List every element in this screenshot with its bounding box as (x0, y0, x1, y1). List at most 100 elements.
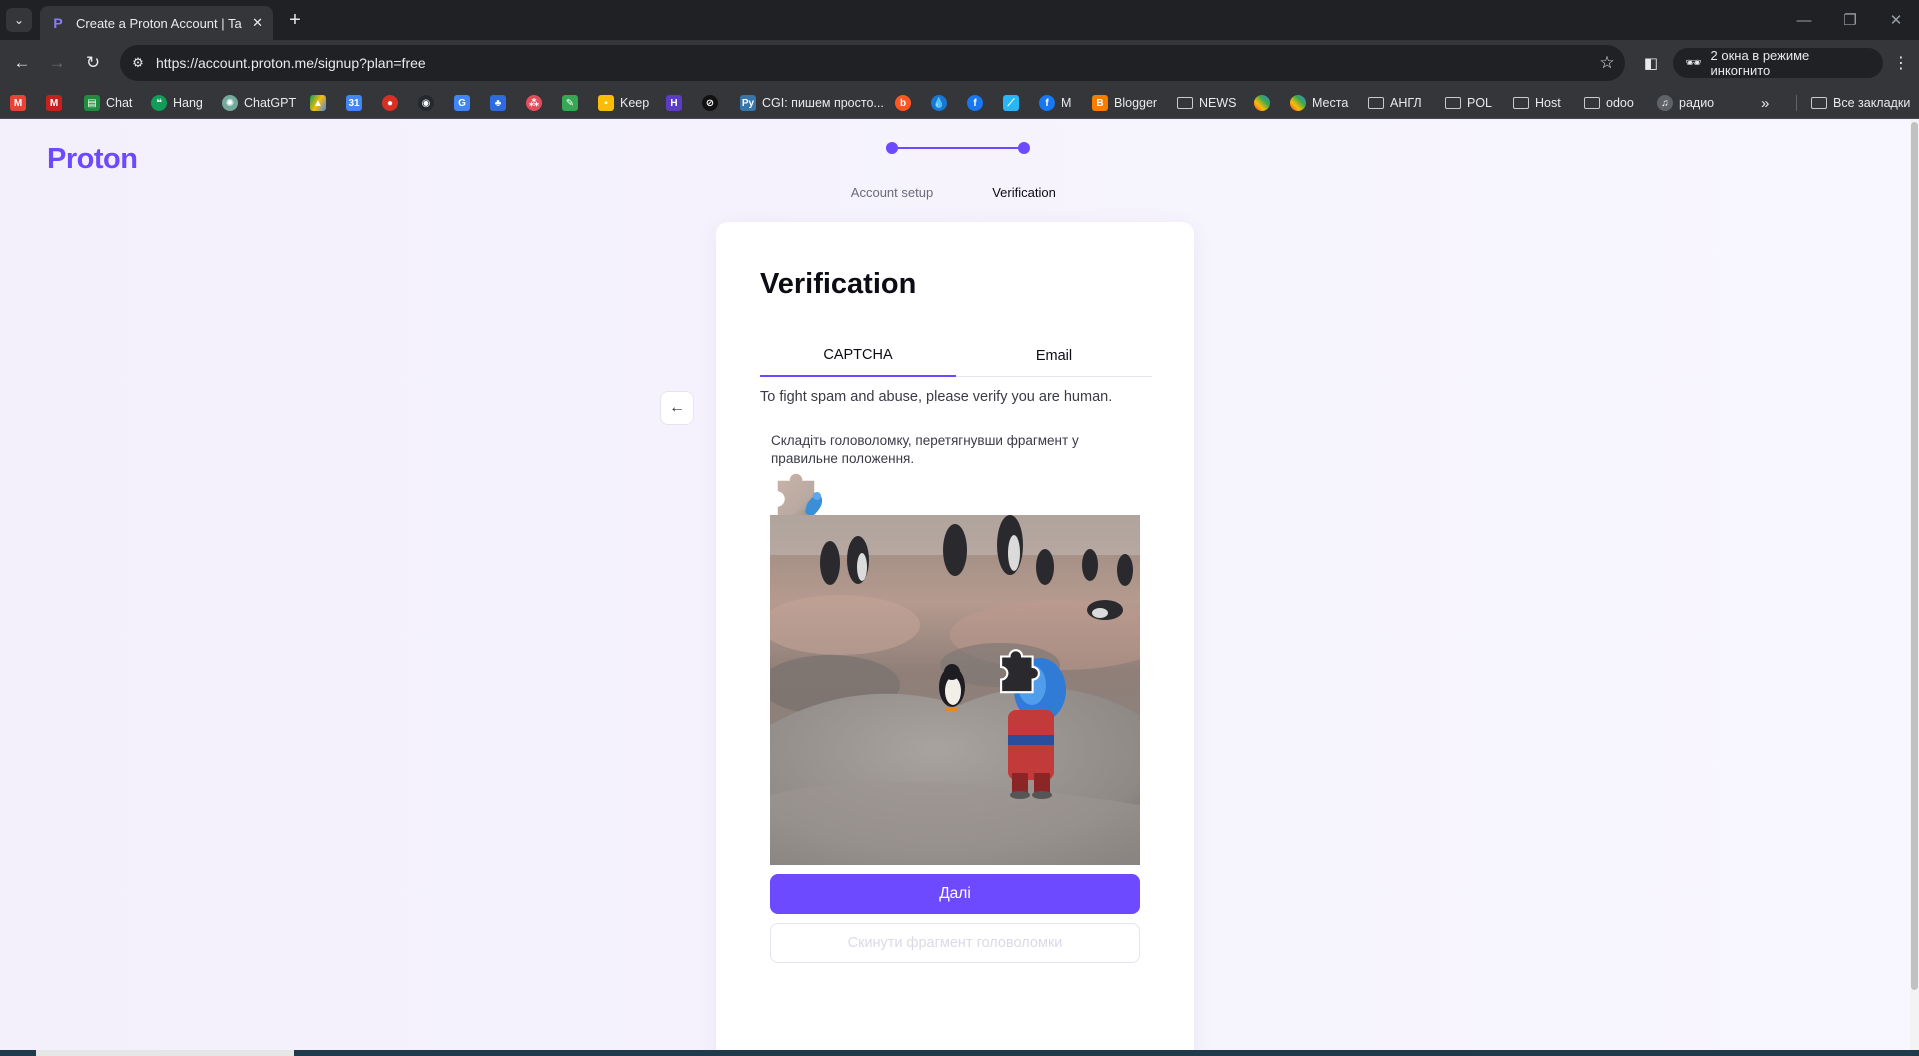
bookmark-item[interactable]: ✎ (562, 92, 578, 114)
python-icon: Py (740, 95, 756, 111)
bookmark-label: M (1061, 96, 1072, 110)
calendar-icon: 31 (346, 95, 362, 111)
captcha-image[interactable] (770, 515, 1140, 865)
new-tab-button[interactable]: + (282, 8, 308, 32)
bookmark-item[interactable]: ▪ Keep (598, 92, 649, 114)
bookmark-item[interactable]: ♣ (490, 92, 506, 114)
bookmark-label: Keep (620, 96, 650, 110)
tab-captcha[interactable]: CAPTCHA (760, 335, 956, 377)
browser-toolbar: ← → ↻ ⚙ https://account.proton.me/signup… (0, 40, 1919, 86)
verification-tabs: CAPTCHA Email (760, 335, 1152, 377)
bookmark-item[interactable]: G (454, 92, 470, 114)
bookmark-item[interactable]: ❝ Hang (151, 92, 203, 114)
bookmark-item[interactable]: ▤ Chat (84, 92, 132, 114)
translate-icon: G (454, 95, 470, 111)
browser-tab[interactable]: P Create a Proton Account | Take ✕ (40, 6, 273, 40)
back-button[interactable]: ← (660, 391, 694, 425)
bookmark-label: радио (1679, 96, 1715, 110)
step-dot-verification (1018, 142, 1030, 154)
folder-icon (1368, 97, 1384, 109)
bookmark-label: Места (1312, 96, 1349, 110)
bookmark-item[interactable]: 💧 (931, 92, 947, 114)
facebook-icon: f (967, 95, 983, 111)
page-scrollbar-thumb[interactable] (1911, 122, 1918, 990)
bookmark-item[interactable] (1254, 92, 1270, 114)
folder-icon (1177, 97, 1193, 109)
bookmark-item[interactable]: ⊘ (702, 92, 718, 114)
download-bar-edge (36, 1050, 294, 1056)
bookmark-folder[interactable]: NEWS (1177, 92, 1237, 114)
bookmark-item[interactable]: M (46, 92, 62, 114)
menu-icon[interactable]: ⋮ (1887, 49, 1915, 77)
all-bookmarks-label: Все закладки (1833, 96, 1911, 110)
app-icon: ● (382, 95, 398, 111)
forward-icon[interactable]: → (43, 49, 71, 77)
bookmark-item[interactable]: ⟋ (1003, 92, 1019, 114)
bookmark-star-icon[interactable]: ☆ (1589, 53, 1625, 73)
bookmark-label: Host (1535, 96, 1561, 110)
app-icon: ⁂ (526, 95, 542, 111)
bookmark-label: POL (1467, 96, 1493, 110)
incognito-label: 2 окна в режиме инкогнито (1710, 48, 1810, 78)
proton-logo[interactable]: Proton (47, 143, 138, 176)
all-bookmarks-folder[interactable]: Все закладки (1811, 92, 1910, 114)
bookmarks-bar: M M ▤ Chat ❝ Hang ✺ ChatGPT ▲ 31 ● ◉ G ♣ ⁂ … (0, 86, 1919, 119)
bookmark-item[interactable]: 31 (346, 92, 362, 114)
reset-puzzle-button[interactable]: Скинути фрагмент головоломки (770, 923, 1140, 963)
bookmark-label: ChatGPT (244, 96, 297, 110)
next-button[interactable]: Далі (770, 874, 1140, 914)
blogger-icon: B (1092, 95, 1108, 111)
tab-search-button[interactable]: ⌄ (6, 8, 32, 32)
minimize-icon[interactable]: — (1781, 0, 1827, 40)
app-icon: ⟋ (1003, 95, 1019, 111)
github-icon: ◉ (418, 95, 434, 111)
bookmark-folder[interactable]: odoo (1584, 92, 1634, 114)
bookmark-item[interactable]: fM (1039, 92, 1071, 114)
tab-email[interactable]: Email (956, 335, 1152, 377)
bookmarks-divider (1796, 95, 1797, 111)
bookmark-item[interactable]: f (967, 92, 983, 114)
reload-icon[interactable]: ↻ (79, 49, 107, 77)
bookmark-item[interactable]: ▲ (310, 92, 326, 114)
bookmark-item[interactable]: Py CGI: пишем просто... (740, 92, 884, 114)
back-icon[interactable]: ← (8, 49, 36, 77)
folder-icon (1513, 97, 1529, 109)
bookmark-item[interactable]: ● (382, 92, 398, 114)
incognito-indicator[interactable]: 🕶 2 окна в режиме инкогнито (1673, 48, 1883, 78)
bookmark-item[interactable]: ⁂ (526, 92, 542, 114)
folder-icon (1811, 97, 1827, 109)
google-drive-icon: ▲ (310, 95, 326, 111)
bookmark-item[interactable]: ♫ радио (1657, 92, 1714, 114)
bookmark-label: Blogger (1114, 96, 1158, 110)
site-info-icon[interactable]: ⚙ (120, 45, 156, 81)
bookmark-item[interactable]: Места (1290, 92, 1348, 114)
more-bookmarks-icon[interactable]: » (1761, 92, 1769, 114)
bookmark-item[interactable]: ◉ (418, 92, 434, 114)
tab-title: Create a Proton Account | Take (76, 15, 243, 31)
bookmark-item[interactable]: ✺ ChatGPT (222, 92, 296, 114)
step-label-account-setup: Account setup (850, 185, 934, 200)
app-icon: ♣ (490, 95, 506, 111)
url-text[interactable]: https://account.proton.me/signup?plan=fr… (156, 55, 1589, 71)
bookmark-item[interactable]: B Blogger (1092, 92, 1157, 114)
restore-icon[interactable]: ❐ (1827, 0, 1873, 40)
bookmark-item[interactable]: b (895, 92, 911, 114)
close-tab-icon[interactable]: ✕ (252, 15, 263, 31)
address-bar[interactable]: ⚙ https://account.proton.me/signup?plan=… (120, 45, 1625, 81)
bookmark-label: АНГЛ (1390, 96, 1422, 110)
folder-icon (1584, 97, 1600, 109)
bookmark-folder[interactable]: АНГЛ (1368, 92, 1422, 114)
bookmark-folder[interactable]: POL (1445, 92, 1492, 114)
facebook-icon: f (1039, 95, 1055, 111)
app-icon: ✎ (562, 95, 578, 111)
signup-stepper: Account setup Verification (832, 142, 1092, 200)
headphones-icon: ♫ (1657, 95, 1673, 111)
page-title: Verification (760, 268, 917, 300)
bookmark-folder[interactable]: Host (1513, 92, 1561, 114)
bookmark-item[interactable]: H (666, 92, 682, 114)
google-chat-icon: ▤ (84, 95, 100, 111)
side-panel-icon[interactable]: ◧ (1637, 49, 1665, 77)
close-window-icon[interactable]: ✕ (1873, 0, 1919, 40)
proton-p-icon: P (53, 15, 63, 31)
bookmark-item[interactable]: M (10, 92, 26, 114)
